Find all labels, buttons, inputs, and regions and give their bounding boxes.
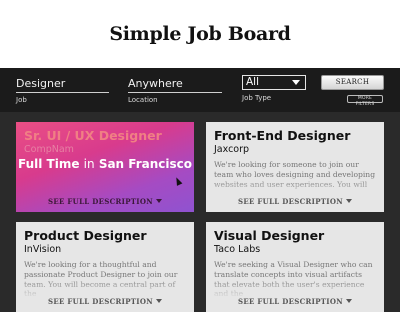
job-type-label: Job Type <box>242 94 272 102</box>
location-label: Location <box>128 96 158 104</box>
job-card-front-end-designer[interactable]: Front-End Designer Jaxcorp We're looking… <box>206 122 384 212</box>
job-type-value: All <box>246 76 260 88</box>
see-full-description-link[interactable]: SEE FULL DESCRIPTION <box>206 297 384 306</box>
search-button[interactable]: SEARCH <box>321 75 384 90</box>
in-word: in <box>83 157 95 171</box>
description-fade <box>16 278 194 312</box>
caret-down-icon <box>155 199 162 203</box>
job-title: Product Designer <box>24 228 147 243</box>
job-label: Job <box>16 96 27 104</box>
job-card-product-designer[interactable]: Product Designer InVision We're looking … <box>16 222 194 312</box>
job-location: San Francisco <box>98 157 192 171</box>
description-fade <box>206 278 384 312</box>
job-title: Sr. UI / UX Designer <box>24 128 162 143</box>
job-company: Taco Labs <box>214 244 261 255</box>
see-full-description-label: SEE FULL DESCRIPTION <box>238 297 343 306</box>
job-type-select[interactable]: All <box>242 75 306 90</box>
job-company: Jaxcorp <box>214 144 250 155</box>
location-input[interactable]: Anywhere <box>128 77 222 93</box>
job-field[interactable]: Designer Job <box>16 77 109 104</box>
job-input[interactable]: Designer <box>16 77 109 93</box>
site-header: Simple Job Board <box>0 0 400 68</box>
site-title: Simple Job Board <box>109 23 291 45</box>
caret-down-icon <box>345 199 352 203</box>
see-full-description-label: SEE FULL DESCRIPTION <box>238 197 343 206</box>
job-type: Full Time <box>17 157 80 171</box>
job-card-visual-designer[interactable]: Visual Designer Taco Labs We're seeking … <box>206 222 384 312</box>
see-full-description-label: SEE FULL DESCRIPTION <box>48 197 153 206</box>
job-title: Visual Designer <box>214 228 325 243</box>
see-full-description-link[interactable]: SEE FULL DESCRIPTION <box>16 297 194 306</box>
job-type-location: Full Time in San Francisco <box>16 157 194 171</box>
more-filters-button[interactable]: MORE FILTERS <box>347 95 383 107</box>
job-card-sr-ui-ux-designer[interactable]: Sr. UI / UX Designer CompNam Full Time i… <box>16 122 194 212</box>
see-full-description-link[interactable]: SEE FULL DESCRIPTION <box>16 197 194 206</box>
location-field[interactable]: Anywhere Location <box>128 77 222 104</box>
job-company: CompNam <box>24 144 74 155</box>
chevron-down-icon <box>292 80 300 85</box>
job-company: InVision <box>24 244 62 255</box>
see-full-description-link[interactable]: SEE FULL DESCRIPTION <box>206 197 384 206</box>
job-title: Front-End Designer <box>214 128 351 143</box>
description-fade <box>206 178 384 212</box>
job-type-field[interactable]: All Job Type <box>242 75 306 102</box>
see-full-description-label: SEE FULL DESCRIPTION <box>48 297 153 306</box>
